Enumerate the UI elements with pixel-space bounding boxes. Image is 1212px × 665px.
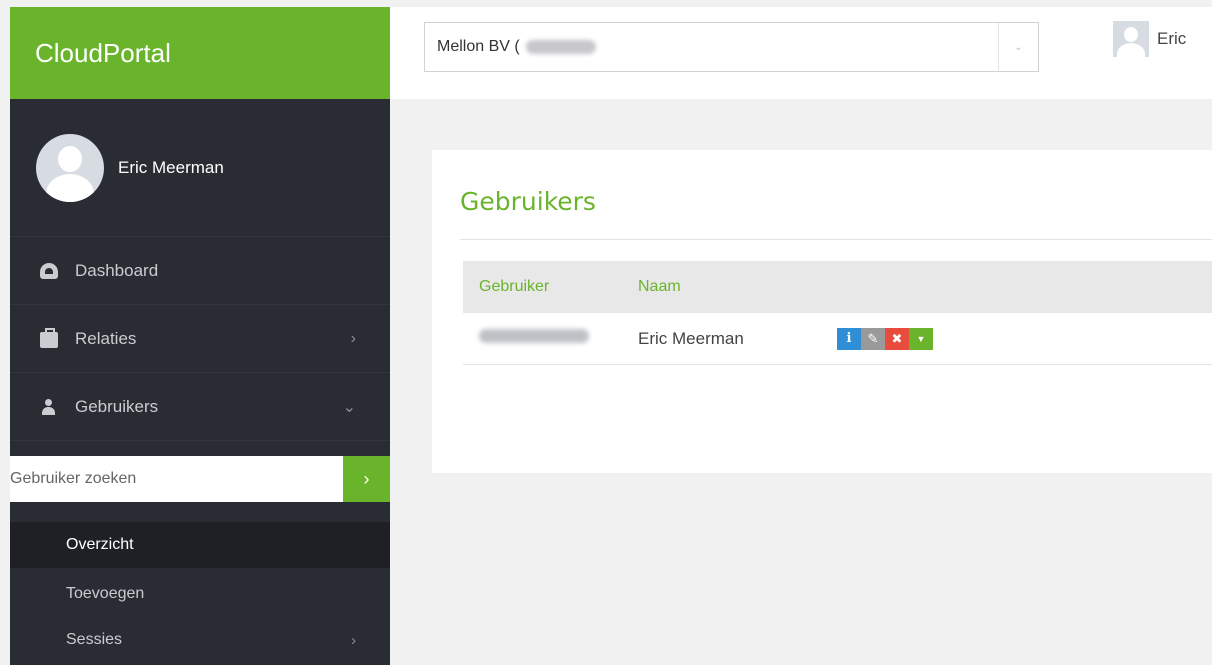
- row-actions: i ✎ ✖ ▼: [837, 327, 933, 350]
- redacted-text: [479, 329, 589, 343]
- top-bar: Mellon BV ( ⌄ Eric: [390, 7, 1212, 99]
- sidebar-profile: Eric Meerman: [10, 99, 390, 237]
- chevron-right-icon: ›: [350, 329, 356, 347]
- sidebar-item-relaties[interactable]: Relaties ›: [10, 305, 390, 373]
- user-icon: [40, 398, 58, 415]
- users-panel: Gebruikers Gebruiker Naam Eric Meerman i…: [432, 150, 1212, 473]
- table-header: Gebruiker Naam: [463, 261, 1212, 313]
- sidebar-item-dashboard[interactable]: Dashboard: [10, 237, 390, 305]
- sidebar-item-label: Dashboard: [75, 260, 159, 280]
- submenu-item-label: Toevoegen: [66, 585, 145, 602]
- column-header-naam[interactable]: Naam: [638, 278, 838, 296]
- user-menu[interactable]: Eric: [1113, 21, 1186, 57]
- dashboard-icon: [40, 262, 58, 279]
- edit-button[interactable]: ✎: [861, 327, 885, 350]
- org-select-value: Mellon BV (: [425, 38, 998, 56]
- user-search: ›: [10, 456, 390, 502]
- search-input[interactable]: [10, 456, 343, 502]
- sidebar: Eric Meerman Dashboard Relaties › Gebrui…: [10, 99, 390, 665]
- brand-logo[interactable]: CloudPortal: [10, 7, 390, 99]
- users-table: Gebruiker Naam Eric Meerman i ✎ ✖ ▼: [463, 261, 1212, 365]
- divider: [460, 239, 1212, 240]
- sidebar-item-gebruikers[interactable]: Gebruikers ⌄: [10, 373, 390, 441]
- delete-button[interactable]: ✖: [885, 327, 909, 350]
- redacted-text: [525, 39, 596, 54]
- submenu-item-label: Overzicht: [66, 536, 134, 553]
- organization-select[interactable]: Mellon BV ( ⌄: [424, 22, 1039, 72]
- table-row: Eric Meerman i ✎ ✖ ▼: [463, 313, 1212, 365]
- sidebar-item-label: Relaties: [75, 328, 137, 348]
- cell-naam: Eric Meerman: [638, 328, 744, 348]
- page-title: Gebruikers: [460, 187, 596, 216]
- submenu-item-toevoegen[interactable]: Toevoegen: [10, 571, 390, 617]
- chevron-down-icon[interactable]: ⌄: [998, 23, 1038, 71]
- search-submit-button[interactable]: ›: [343, 456, 390, 502]
- cell-gebruiker: [463, 329, 638, 348]
- chevron-right-icon: ›: [351, 631, 356, 649]
- avatar: [36, 133, 104, 202]
- avatar: [1113, 21, 1149, 57]
- info-button[interactable]: i: [837, 327, 861, 350]
- briefcase-icon: [40, 328, 58, 348]
- submenu-item-label: Sessies: [66, 631, 123, 648]
- submenu-item-overzicht[interactable]: Overzicht: [10, 522, 390, 568]
- submenu-item-sessies[interactable]: Sessies ›: [10, 617, 390, 663]
- more-dropdown-button[interactable]: ▼: [909, 327, 933, 350]
- chevron-down-icon: ⌄: [342, 398, 356, 416]
- column-header-gebruiker[interactable]: Gebruiker: [463, 278, 638, 296]
- user-name: Eric: [1157, 29, 1187, 48]
- profile-name: Eric Meerman: [118, 157, 224, 177]
